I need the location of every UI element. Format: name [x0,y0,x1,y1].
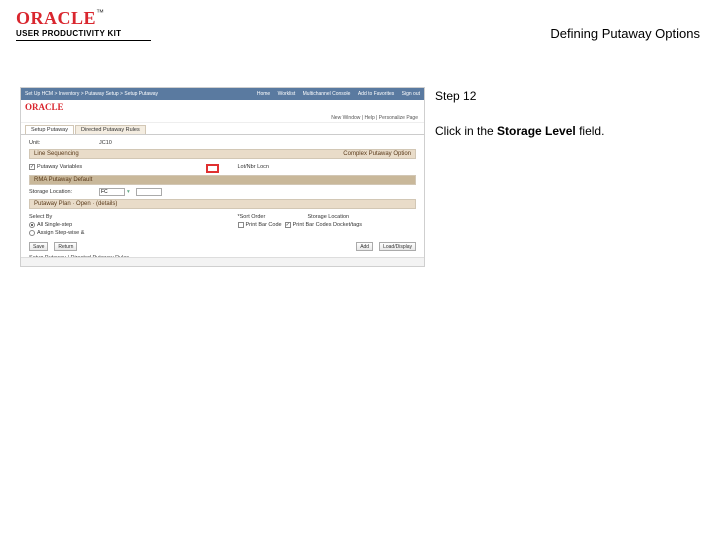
select-by-label: Select By [29,214,99,220]
page-title: Defining Putaway Options [550,26,700,41]
brand-word: ORACLE [16,8,96,28]
brand-underline [16,40,151,41]
topbar-links: Home Worklist Multichannel Console Add t… [251,91,420,97]
unit-value: JC10 [99,140,112,146]
instruction-text: Click in the Storage Level field. [435,122,715,141]
instruction-bold: Storage Level [497,124,576,138]
tab-directed-rules[interactable]: Directed Putaway Rules [75,125,146,134]
section-complex-label: Complex Putaway Option [343,151,411,157]
brand-subline: USER PRODUCTIVITY KIT [16,29,151,38]
save-button[interactable]: Save [29,242,48,251]
print-barcode-label: Print Bar Code [246,222,282,228]
putaway-variables-label: Putaway Variables [37,164,82,170]
sort-order-label: *Sort Order [238,214,308,220]
instruction-post: field. [576,124,605,138]
lookup-icon[interactable]: ▾ [127,189,130,195]
brand-block: ORACLE™ USER PRODUCTIVITY KIT [16,8,151,41]
tab-setup-putaway[interactable]: Setup Putaway [25,125,74,134]
unit-row: Unit: JC10 [29,140,416,146]
sort-order-value: Storage Location [308,214,350,220]
app-tabs: Setup Putaway Directed Putaway Rules [21,123,424,135]
radio-assign-step: Assign Step-wise & [37,230,84,236]
nav-worklist[interactable]: Worklist [278,91,296,97]
app-subbar-links[interactable]: New Window | Help | Personalize Page [331,115,418,121]
app-brand-row: ORACLE [21,100,424,114]
radio-icon[interactable] [29,222,35,228]
radio-icon[interactable] [29,230,35,236]
storage-location-row: Storage Location: ▾ [29,188,416,196]
storage-location-label: Storage Location: [29,189,99,195]
page-header: ORACLE™ USER PRODUCTIVITY KIT Defining P… [0,0,720,47]
breadcrumb: Set Up HCM > Inventory > Putaway Setup >… [25,91,158,97]
check-icon[interactable] [29,164,35,170]
add-button[interactable]: Add [356,242,373,251]
instruction-pre: Click in the [435,124,497,138]
button-row: Save Return Add Load/Display [29,242,416,251]
nav-tools[interactable]: Multichannel Console [303,91,351,97]
main-layout: Set Up HCM > Inventory > Putaway Setup >… [0,47,720,267]
app-topbar: Set Up HCM > Inventory > Putaway Setup >… [21,88,424,100]
screenshot-column: Set Up HCM > Inventory > Putaway Setup >… [20,87,425,267]
check-icon[interactable] [238,222,244,228]
load-display-button[interactable]: Load/Display [379,242,416,251]
nav-home[interactable]: Home [257,91,270,97]
app-body: Unit: JC10 Line Sequencing Complex Putaw… [21,135,424,264]
plan-cols: Select By All Single-step Assign Step-wi… [29,212,416,238]
check-icon[interactable] [285,222,291,228]
unit-label: Unit: [29,140,99,146]
nav-signout[interactable]: Sign out [402,91,420,97]
app-subbar: New Window | Help | Personalize Page [21,114,424,123]
instruction-column: Step 12 Click in the Storage Level field… [435,87,715,267]
complex-option-value: Lot/Nbr Locn [238,164,270,170]
storage-location-field-1[interactable] [99,188,125,196]
linesq-cols: Putaway Variables Lot/Nbr Locn [29,162,416,172]
section-putaway-plan: Putaway Plan · Open · (details) [29,199,416,209]
section-line-sequencing: Line Sequencing Complex Putaway Option [29,149,416,159]
return-button[interactable]: Return [54,242,77,251]
step-number: Step 12 [435,87,715,106]
trademark-icon: ™ [96,8,104,17]
radio-all-single: All Single-step [37,222,72,228]
print-docket-label: Print Bar Codes Docket/tags [293,222,362,228]
section-line-sequencing-label: Line Sequencing [34,151,79,157]
app-status-bar [21,257,424,266]
app-screenshot: Set Up HCM > Inventory > Putaway Setup >… [20,87,425,267]
nav-favorites[interactable]: Add to Favorites [358,91,394,97]
app-brand-word: ORACLE [25,102,64,112]
action-highlight-box [206,164,219,173]
storage-level-field[interactable] [136,188,162,196]
section-rma-default: RMA Putaway Default [29,175,416,185]
